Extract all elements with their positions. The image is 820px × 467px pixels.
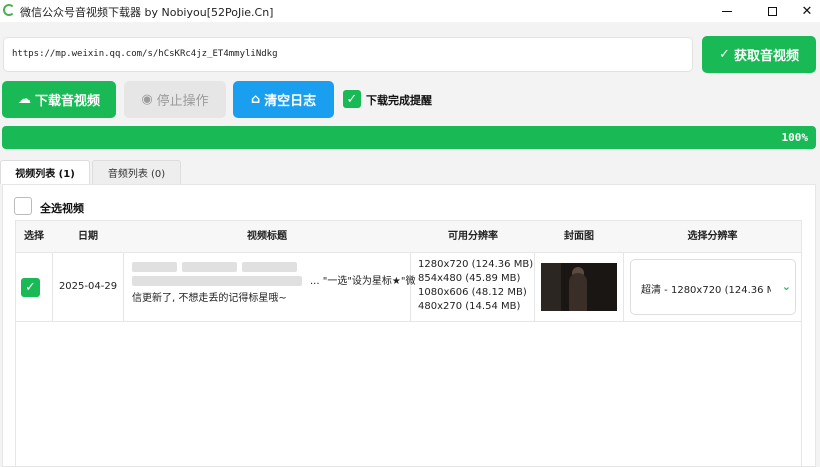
url-input[interactable]: https://mp.weixin.qq.com/s/hCsKRc4jz_ET4… — [3, 37, 693, 72]
row-title-line2: 信更新了, 不想走丢的记得标星哦~ — [132, 293, 287, 304]
column-divider — [534, 253, 535, 321]
row-select-checkbox[interactable]: ✓ — [21, 278, 40, 297]
column-header-date: 日期 — [78, 231, 98, 242]
tab-video-list[interactable]: 视频列表 (1) — [0, 160, 90, 184]
maximize-icon — [767, 6, 777, 16]
progress-bar: 100% — [2, 126, 816, 149]
redacted-text — [132, 262, 177, 272]
cloud-download-icon: ☁ — [17, 92, 31, 107]
resolution-item: 1080x606 (48.12 MB) — [418, 287, 527, 298]
minimize-button[interactable] — [704, 0, 750, 22]
notify-label: 下载完成提醒 — [366, 94, 432, 107]
resolution-select[interactable]: 超清 - 1280x720 (124.36 M ⌄ — [630, 259, 796, 315]
stop-icon: ◉ — [141, 92, 153, 107]
cover-background — [541, 263, 561, 311]
row-divider — [16, 321, 801, 322]
cover-thumbnail — [541, 263, 617, 311]
window-title: 微信公众号音视频下载器 by Nobiyou[52PoJie.Cn] — [20, 6, 274, 19]
column-header-cover: 封面图 — [564, 231, 594, 242]
redacted-text — [132, 276, 302, 286]
checkmark-icon: ✓ — [25, 280, 36, 295]
redacted-text — [242, 262, 297, 272]
progress-text: 100% — [781, 131, 809, 144]
resolution-item: 480x270 (14.54 MB) — [418, 301, 521, 312]
column-divider — [623, 253, 624, 321]
column-divider — [52, 253, 53, 321]
broom-icon: ⌂ — [250, 92, 261, 107]
checkmark-icon: ✓ — [346, 91, 358, 107]
fetch-media-button[interactable]: ✓ 获取音视频 — [702, 36, 816, 73]
download-button[interactable]: ☁ 下载音视频 — [2, 81, 116, 118]
resolution-item: 854x480 (45.89 MB) — [418, 273, 521, 284]
column-header-title: 视频标题 — [247, 231, 287, 242]
column-header-select: 选择 — [24, 231, 44, 242]
close-icon: ✕ — [801, 3, 813, 19]
minimize-icon — [722, 10, 732, 12]
row-title-tail: ... "一选"设为星标★"微 — [310, 276, 416, 287]
select-all-label: 全选视频 — [40, 202, 84, 215]
title-bar: 微信公众号音视频下载器 by Nobiyou[52PoJie.Cn] ✕ — [0, 0, 820, 22]
app-logo-icon — [3, 4, 15, 16]
clear-log-button[interactable]: ⌂ 清空日志 — [233, 81, 334, 118]
column-header-resolutions: 可用分辨率 — [448, 231, 498, 242]
tab-audio-list[interactable]: 音频列表 (0) — [92, 160, 181, 184]
video-table — [15, 220, 802, 467]
column-divider — [123, 253, 124, 321]
column-header-choose-resolution: 选择分辨率 — [687, 231, 738, 242]
progress-fill — [2, 126, 816, 149]
resolution-select-value: 超清 - 1280x720 (124.36 M — [641, 285, 771, 296]
cover-person-body — [569, 273, 587, 311]
clear-log-label: 清空日志 — [264, 94, 317, 109]
notify-checkbox[interactable]: ✓ — [343, 90, 361, 108]
redacted-text — [182, 262, 237, 272]
stop-label: 停止操作 — [156, 94, 209, 109]
close-button[interactable]: ✕ — [794, 0, 820, 22]
fetch-media-label: 获取音视频 — [733, 49, 799, 64]
row-resolutions: 1280x720 (124.36 MB) 854x480 (45.89 MB) … — [418, 258, 533, 314]
download-label: 下载音视频 — [34, 94, 100, 109]
check-circle-icon: ✓ — [719, 47, 730, 62]
resolution-item: 1280x720 (124.36 MB) — [418, 259, 534, 270]
column-divider — [410, 253, 411, 321]
select-all-checkbox[interactable] — [14, 197, 32, 215]
stop-button[interactable]: ◉ 停止操作 — [124, 81, 226, 118]
maximize-button[interactable] — [749, 0, 795, 22]
row-date: 2025-04-29 — [58, 281, 118, 292]
chevron-down-icon: ⌄ — [781, 280, 791, 293]
